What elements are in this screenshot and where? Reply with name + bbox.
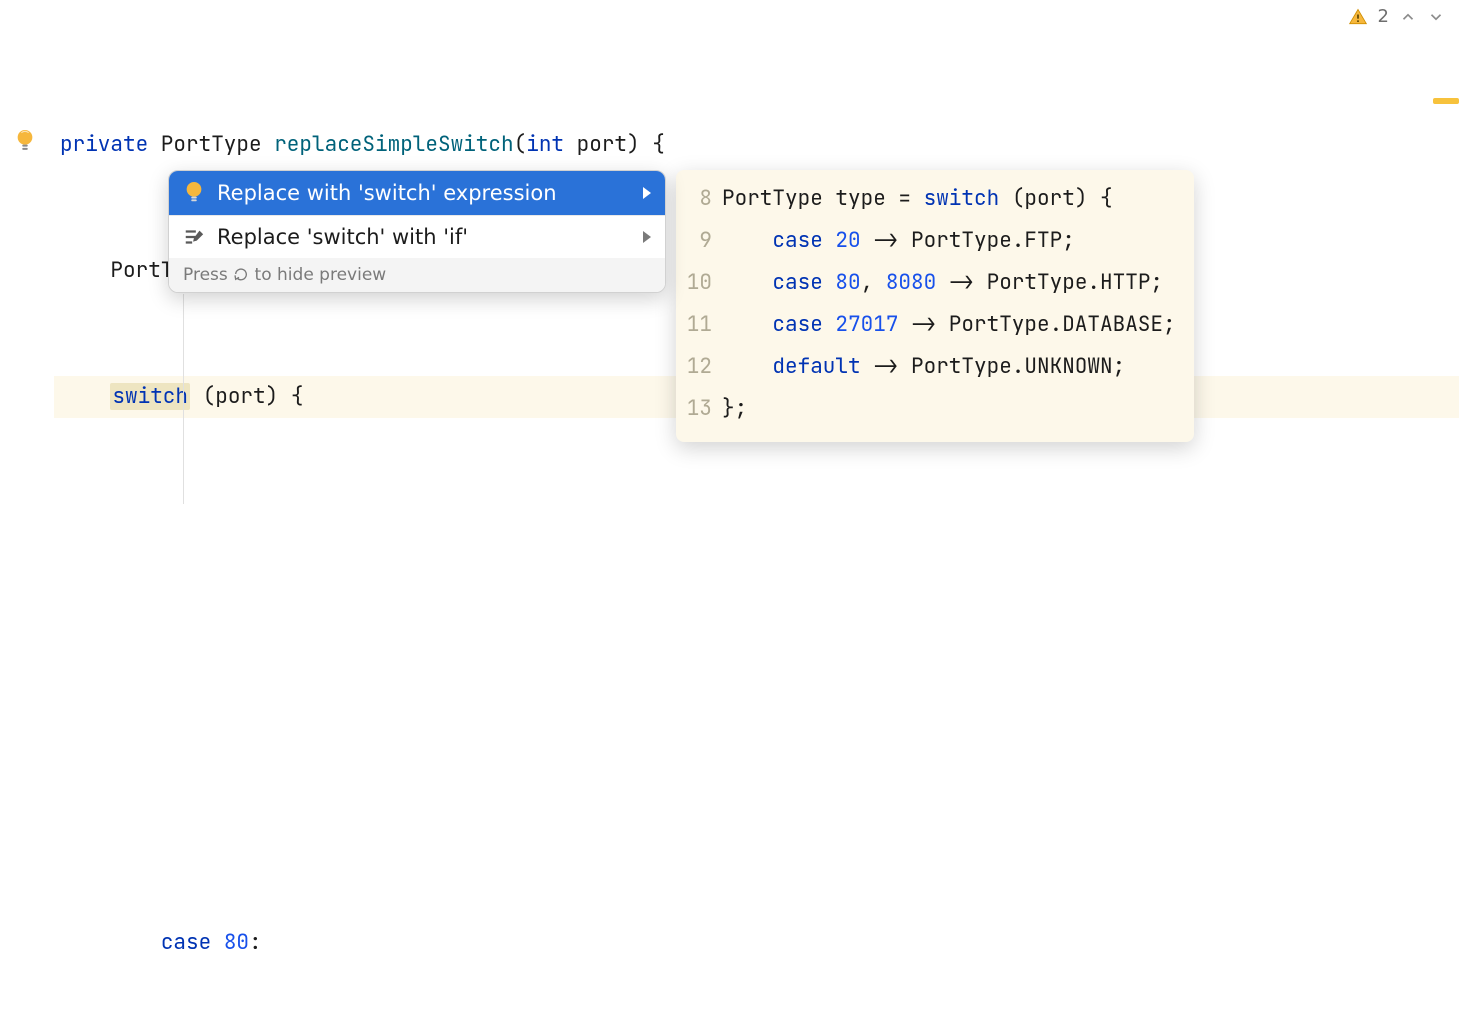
inspection-count: 2: [1378, 6, 1389, 27]
line-number: 12: [684, 346, 722, 388]
shortcut-icon: [233, 266, 249, 282]
line-number: 10: [684, 262, 722, 304]
code-line: [54, 670, 1459, 712]
preview-line: 9 case 20 -> PortType.FTP;: [684, 220, 1176, 262]
gutter: [0, 0, 54, 510]
line-number: 8: [684, 178, 722, 220]
intention-item-label: Replace with 'switch' expression: [217, 181, 631, 205]
indent-guide: [183, 294, 184, 504]
code-line: [54, 796, 1459, 838]
chevron-up-icon[interactable]: [1399, 8, 1417, 26]
chevron-down-icon[interactable]: [1427, 8, 1445, 26]
preview-line: 10 case 80, 8080 -> PortType.HTTP;: [684, 262, 1176, 304]
intention-item-label: Replace 'switch' with 'if': [217, 225, 631, 249]
intention-popup: Replace with 'switch' expression Replace…: [168, 170, 666, 293]
preview-line: 8 PortType type = switch (port) {: [684, 178, 1176, 220]
intention-preview: 8 PortType type = switch (port) { 9 case…: [676, 170, 1194, 442]
inspection-widget[interactable]: 2: [1348, 6, 1445, 27]
code-line: case 80:: [54, 922, 1459, 964]
intention-bulb-icon[interactable]: [14, 127, 36, 162]
line-number: 9: [684, 220, 722, 262]
preview-line: 13 };: [684, 388, 1176, 430]
intention-item-replace-switch-expression[interactable]: Replace with 'switch' expression: [169, 171, 665, 215]
line-number: 11: [684, 304, 722, 346]
preview-line: 11 case 27017 -> PortType.DATABASE;: [684, 304, 1176, 346]
popup-hint: Press to hide preview: [169, 258, 665, 292]
code-line: private PortType replaceSimpleSwitch(int…: [54, 124, 1459, 166]
intention-item-replace-switch-if[interactable]: Replace 'switch' with 'if': [169, 216, 665, 258]
line-number: 13: [684, 388, 722, 430]
code-line: [54, 544, 1459, 586]
bulb-icon: [183, 179, 205, 207]
refactor-icon: [183, 226, 205, 248]
warning-icon: [1348, 7, 1368, 27]
submenu-arrow-icon: [643, 231, 651, 243]
preview-line: 12 default -> PortType.UNKNOWN;: [684, 346, 1176, 388]
submenu-arrow-icon: [643, 187, 651, 199]
